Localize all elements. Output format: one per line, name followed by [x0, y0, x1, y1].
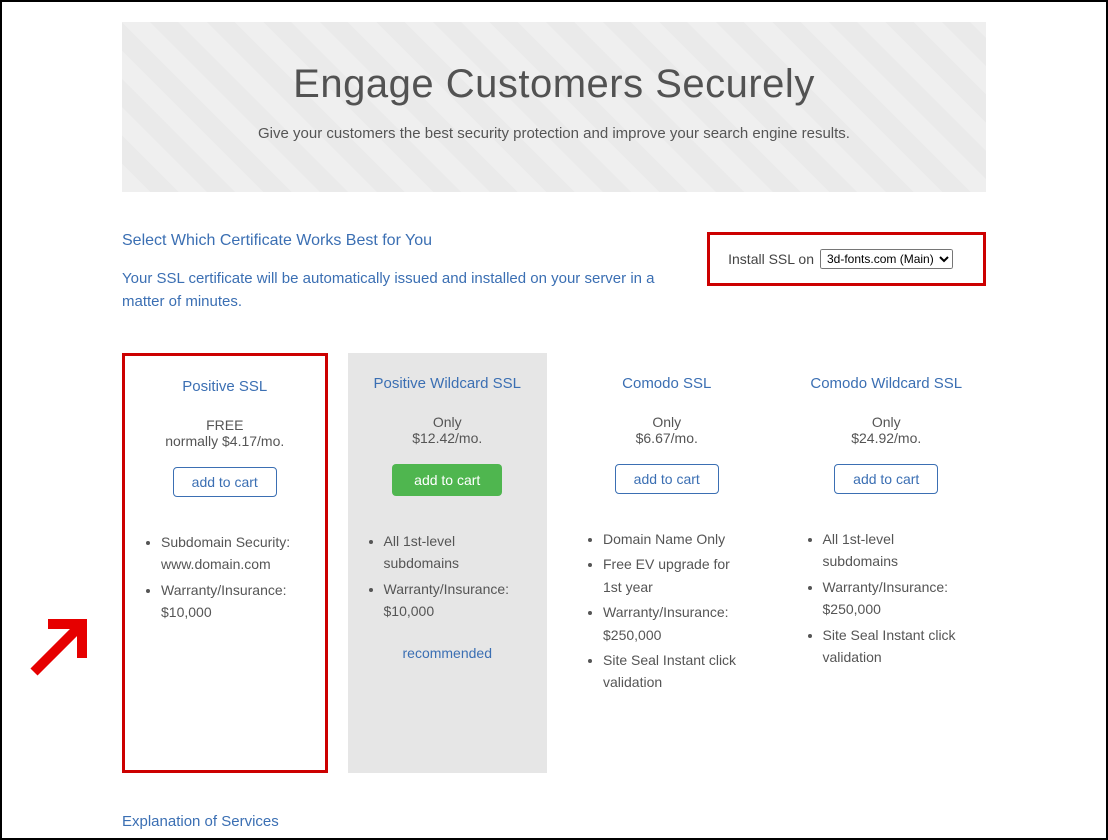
card-price-line1: FREE — [143, 417, 307, 433]
card-features: Subdomain Security: www.domain.com Warra… — [143, 531, 307, 624]
feature-item: Warranty/Insurance: $250,000 — [603, 601, 749, 646]
install-ssl-domain-select[interactable]: 3d-fonts.com (Main) — [820, 249, 953, 269]
card-price-line2: $6.67/mo. — [585, 430, 749, 446]
feature-item: All 1st-level subdomains — [823, 528, 969, 573]
card-title: Positive Wildcard SSL — [366, 375, 530, 392]
card-price-line2: $12.42/mo. — [366, 430, 530, 446]
add-to-cart-button[interactable]: add to cart — [173, 467, 277, 497]
explanation-of-services-link[interactable]: Explanation of Services — [122, 813, 986, 830]
card-features: All 1st-level subdomains Warranty/Insura… — [805, 528, 969, 668]
card-features: Domain Name Only Free EV upgrade for 1st… — [585, 528, 749, 694]
select-certificate-title: Select Which Certificate Works Best for … — [122, 232, 682, 250]
card-price-line2: normally $4.17/mo. — [143, 433, 307, 449]
feature-item: Subdomain Security: www.domain.com — [161, 531, 307, 576]
recommended-label: recommended — [366, 645, 530, 661]
section-description: Your SSL certificate will be automatical… — [122, 268, 682, 313]
card-title: Comodo SSL — [585, 375, 749, 392]
install-ssl-label: Install SSL on — [728, 251, 814, 267]
card-comodo-wildcard-ssl: Comodo Wildcard SSL Only $24.92/mo. add … — [787, 353, 987, 773]
feature-item: Site Seal Instant click validation — [603, 649, 749, 694]
card-title: Comodo Wildcard SSL — [805, 375, 969, 392]
feature-item: All 1st-level subdomains — [384, 530, 530, 575]
card-price-line1: Only — [366, 414, 530, 430]
feature-item: Domain Name Only — [603, 528, 749, 550]
card-comodo-ssl: Comodo SSL Only $6.67/mo. add to cart Do… — [567, 353, 767, 773]
card-positive-ssl: Positive SSL FREE normally $4.17/mo. add… — [122, 353, 328, 773]
card-price-line2: $24.92/mo. — [805, 430, 969, 446]
annotation-arrow-icon — [24, 612, 94, 682]
add-to-cart-button[interactable]: add to cart — [392, 464, 502, 496]
feature-item: Warranty/Insurance: $10,000 — [161, 579, 307, 624]
hero-title: Engage Customers Securely — [122, 62, 986, 107]
card-positive-wildcard-ssl: Positive Wildcard SSL Only $12.42/mo. ad… — [348, 353, 548, 773]
hero-banner: Engage Customers Securely Give your cust… — [122, 22, 986, 192]
feature-item: Warranty/Insurance: $10,000 — [384, 578, 530, 623]
feature-item: Free EV upgrade for 1st year — [603, 553, 749, 598]
install-ssl-box: Install SSL on 3d-fonts.com (Main) — [707, 232, 986, 286]
card-features: All 1st-level subdomains Warranty/Insura… — [366, 530, 530, 623]
certificate-section-header: Select Which Certificate Works Best for … — [122, 232, 986, 313]
hero-subtitle: Give your customers the best security pr… — [122, 125, 986, 142]
section-left: Select Which Certificate Works Best for … — [122, 232, 682, 313]
feature-item: Site Seal Instant click validation — [823, 624, 969, 669]
card-title: Positive SSL — [143, 378, 307, 395]
feature-item: Warranty/Insurance: $250,000 — [823, 576, 969, 621]
add-to-cart-button[interactable]: add to cart — [615, 464, 719, 494]
card-price-line1: Only — [585, 414, 749, 430]
card-price-line1: Only — [805, 414, 969, 430]
add-to-cart-button[interactable]: add to cart — [834, 464, 938, 494]
certificate-cards: Positive SSL FREE normally $4.17/mo. add… — [122, 353, 986, 773]
